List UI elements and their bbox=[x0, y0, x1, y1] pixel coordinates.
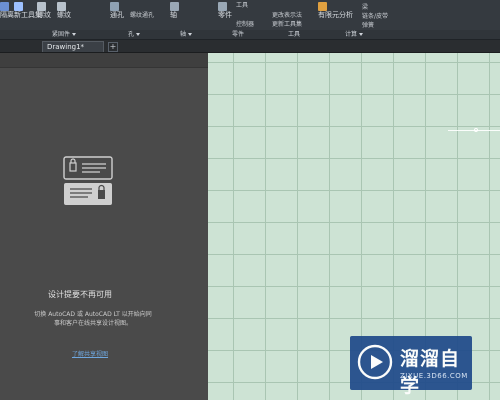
ribbon-item-16[interactable]: 弹簧 bbox=[362, 20, 374, 29]
chevron-down-icon bbox=[359, 33, 364, 36]
watermark-logo: 溜溜自学 ZIXUE.3D66.COM bbox=[350, 336, 472, 397]
shaft-icon bbox=[170, 2, 179, 11]
design-feed-title: 设计提要不再可用 bbox=[48, 290, 112, 299]
chevron-down-icon bbox=[72, 33, 77, 36]
ribbon-item-10[interactable]: 更改表示法 bbox=[272, 10, 302, 19]
document-tab-bar: Drawing1* + bbox=[0, 40, 500, 53]
ribbon-item-12[interactable]: 更新工具集 bbox=[272, 19, 302, 28]
panel-label-parts2[interactable]: 零件 bbox=[232, 30, 244, 39]
ribbon-item-6[interactable]: 螺纹通孔 bbox=[130, 10, 154, 19]
chevron-down-icon bbox=[136, 33, 141, 36]
ribbon-item-9[interactable]: 工具 bbox=[236, 0, 248, 9]
shape-icon bbox=[0, 2, 9, 11]
thread-icon bbox=[57, 2, 66, 11]
chevron-down-icon bbox=[188, 33, 193, 36]
new-tab-button[interactable]: + bbox=[108, 42, 118, 52]
thread-icon bbox=[37, 2, 46, 11]
panel-label-holes[interactable]: 孔 bbox=[128, 30, 141, 39]
ribbon-item-1[interactable]: 隔离 bbox=[0, 2, 14, 19]
ribbon-item-13[interactable]: 有限元分析 bbox=[318, 2, 353, 19]
ribbon-tools-row: 隔离 新工具集 螺纹 螺纹 通孔 螺纹通孔 轴 零件 工具 更改表示法 控制器 … bbox=[0, 0, 500, 32]
panel-label-shafts[interactable]: 轴 bbox=[180, 30, 193, 39]
fea-icon bbox=[318, 2, 327, 11]
ribbon-item-4[interactable]: 螺纹 bbox=[57, 2, 71, 19]
ribbon-item-5[interactable]: 通孔 bbox=[110, 2, 124, 19]
ribbon-item-7[interactable]: 轴 bbox=[170, 2, 179, 19]
play-logo-icon bbox=[357, 344, 393, 380]
design-feed-message: 切换 AutoCAD 或 AutoCAD LT 以开始向同事和客户在线共享设计视… bbox=[34, 311, 152, 327]
ribbon-item-8[interactable]: 零件 bbox=[218, 2, 232, 19]
tab-drawing1[interactable]: Drawing1* bbox=[42, 41, 104, 52]
ribbon-item-14[interactable]: 梁 bbox=[362, 2, 368, 11]
design-feed-header bbox=[0, 53, 208, 68]
watermark-url: ZIXUE.3D66.COM bbox=[400, 372, 468, 380]
toolset-icon bbox=[14, 2, 23, 11]
ribbon-item-11[interactable]: 控制器 bbox=[236, 19, 254, 28]
hole-icon bbox=[110, 2, 119, 11]
design-feed-panel: 设计提要不再可用 切换 AutoCAD 或 AutoCAD LT 以开始向同事和… bbox=[0, 53, 208, 400]
ribbon-panel-labels: 紧固件 孔 轴 零件 工具 计算 bbox=[0, 30, 500, 39]
lock-document-icon bbox=[63, 156, 113, 205]
watermark-name: 溜溜自学 bbox=[400, 348, 461, 397]
panel-label-parts[interactable]: 紧固件 bbox=[52, 30, 77, 39]
panel-label-tools[interactable]: 工具 bbox=[288, 30, 300, 39]
ribbon: 隔离 新工具集 螺纹 螺纹 通孔 螺纹通孔 轴 零件 工具 更改表示法 控制器 … bbox=[0, 0, 500, 40]
ribbon-item-15[interactable]: 链条/皮带 bbox=[362, 11, 388, 20]
panel-label-calc[interactable]: 计算 bbox=[345, 30, 364, 39]
ribbon-item-3[interactable]: 螺纹 bbox=[37, 2, 51, 19]
part-icon bbox=[218, 2, 227, 11]
cursor-pickbox bbox=[474, 128, 478, 132]
learn-shared-views-link[interactable]: 了解共享视图 bbox=[60, 349, 120, 358]
